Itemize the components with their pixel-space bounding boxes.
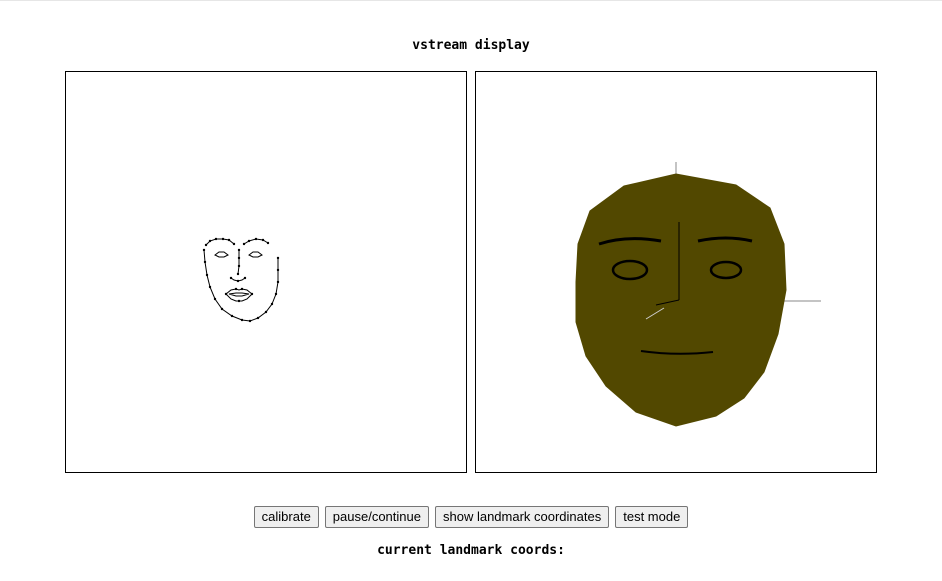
calibrate-button[interactable]: calibrate bbox=[253, 506, 319, 528]
test-mode-button[interactable]: test mode bbox=[615, 506, 689, 528]
face-outline bbox=[203, 249, 279, 322]
nose-bridge bbox=[237, 250, 240, 275]
inner-lips bbox=[228, 292, 250, 297]
left-eye bbox=[214, 251, 229, 258]
landmark-coords-label: current landmark coords: bbox=[377, 543, 565, 558]
face-mesh-fill bbox=[575, 173, 787, 427]
top-divider bbox=[0, 0, 942, 1]
pause-continue-button[interactable]: pause/continue bbox=[324, 506, 429, 528]
page-title: vstream display bbox=[412, 38, 530, 53]
face-mesh bbox=[575, 162, 821, 427]
outer-lips bbox=[225, 288, 253, 302]
mesh-canvas bbox=[475, 71, 877, 473]
show-landmark-coordinates-button[interactable]: show landmark coordinates bbox=[434, 506, 610, 528]
landmark-canvas bbox=[65, 71, 467, 473]
control-bar: calibrate pause/continue show landmark c… bbox=[0, 506, 942, 528]
landmark-wireframe bbox=[202, 237, 280, 323]
right-eye bbox=[248, 251, 263, 258]
